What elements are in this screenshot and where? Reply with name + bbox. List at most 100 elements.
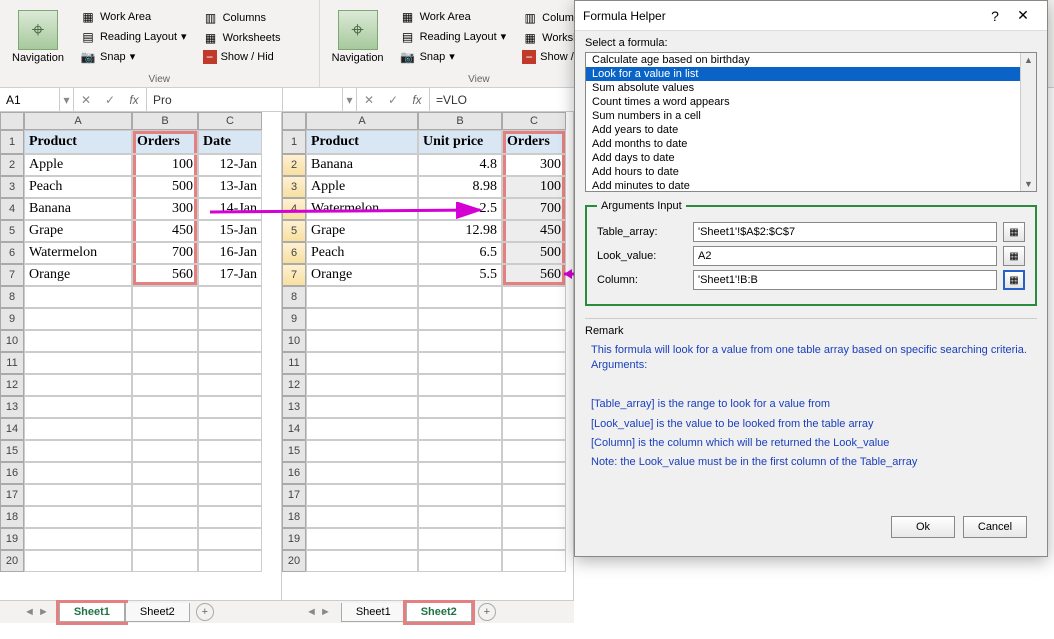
range-picker-icon[interactable]: ▦: [1003, 222, 1025, 242]
cell[interactable]: [24, 308, 132, 330]
tab-nav-icons[interactable]: ◄ ►: [306, 606, 331, 618]
row-header[interactable]: 3: [0, 176, 24, 198]
cell[interactable]: [198, 418, 262, 440]
cell[interactable]: [502, 462, 566, 484]
column-header[interactable]: C: [502, 112, 566, 130]
cell[interactable]: [132, 374, 198, 396]
row-header[interactable]: 5: [0, 220, 24, 242]
dialog-help-icon[interactable]: ?: [983, 8, 1007, 24]
cell[interactable]: [24, 550, 132, 572]
row-header[interactable]: 20: [0, 550, 24, 572]
cell[interactable]: 2.5: [418, 198, 502, 220]
reading-layout-button-2[interactable]: ▤Reading Layout ▾: [396, 27, 511, 47]
cell[interactable]: 17-Jan: [198, 264, 262, 286]
cell[interactable]: [306, 308, 418, 330]
table-array-input[interactable]: [693, 222, 997, 242]
cell[interactable]: Apple: [24, 154, 132, 176]
row-header[interactable]: 16: [282, 462, 306, 484]
cell[interactable]: 700: [132, 242, 198, 264]
row-header[interactable]: 20: [282, 550, 306, 572]
cell[interactable]: [198, 550, 262, 572]
range-picker-icon[interactable]: ▦: [1003, 246, 1025, 266]
row-header[interactable]: 7: [0, 264, 24, 286]
cell[interactable]: 12-Jan: [198, 154, 262, 176]
row-header[interactable]: 15: [282, 440, 306, 462]
cell[interactable]: [418, 352, 502, 374]
work-area-button-2[interactable]: ▦Work Area: [396, 7, 511, 27]
cell[interactable]: [502, 374, 566, 396]
column-header[interactable]: C: [198, 112, 262, 130]
cell[interactable]: [306, 396, 418, 418]
work-area-button[interactable]: ▦Work Area: [76, 7, 191, 27]
row-header[interactable]: 11: [282, 352, 306, 374]
cell[interactable]: [132, 418, 198, 440]
cell[interactable]: 15-Jan: [198, 220, 262, 242]
cell[interactable]: [306, 286, 418, 308]
row-header[interactable]: 4: [282, 198, 306, 220]
cell[interactable]: [418, 418, 502, 440]
cell[interactable]: [198, 462, 262, 484]
cell[interactable]: [418, 440, 502, 462]
row-header[interactable]: 16: [0, 462, 24, 484]
column-input[interactable]: [693, 270, 997, 290]
cell[interactable]: [306, 484, 418, 506]
cell[interactable]: [24, 396, 132, 418]
cell[interactable]: 5.5: [418, 264, 502, 286]
cell[interactable]: [132, 396, 198, 418]
cell[interactable]: [306, 550, 418, 572]
show-hide-button[interactable]: −Show / Hid: [199, 48, 311, 66]
add-sheet-button[interactable]: +: [478, 603, 496, 621]
formula-list-item[interactable]: Calculate age based on birthday: [586, 53, 1036, 67]
cell[interactable]: 700: [502, 198, 566, 220]
cell[interactable]: [198, 374, 262, 396]
select-all-corner[interactable]: [0, 112, 24, 130]
cell[interactable]: [502, 484, 566, 506]
cell[interactable]: [132, 484, 198, 506]
cell[interactable]: [502, 418, 566, 440]
cell[interactable]: Watermelon: [24, 242, 132, 264]
cell[interactable]: [502, 286, 566, 308]
cell[interactable]: [502, 550, 566, 572]
cell[interactable]: [132, 550, 198, 572]
select-all-corner[interactable]: [282, 112, 306, 130]
cell[interactable]: 4.8: [418, 154, 502, 176]
cell[interactable]: [418, 484, 502, 506]
tab-sheet1[interactable]: Sheet1: [59, 603, 125, 622]
row-header[interactable]: 13: [282, 396, 306, 418]
row-header[interactable]: 3: [282, 176, 306, 198]
row-header[interactable]: 6: [0, 242, 24, 264]
cancel-button[interactable]: Cancel: [963, 516, 1027, 538]
cell[interactable]: [132, 440, 198, 462]
row-header[interactable]: 9: [282, 308, 306, 330]
cell[interactable]: Product: [306, 130, 418, 154]
formula-list-item[interactable]: Add days to date: [586, 151, 1036, 165]
row-header[interactable]: 12: [0, 374, 24, 396]
tab-sheet2[interactable]: Sheet2: [125, 603, 190, 622]
cell[interactable]: [502, 528, 566, 550]
formula-list-item[interactable]: Add years to date: [586, 123, 1036, 137]
cell[interactable]: [418, 308, 502, 330]
add-sheet-button[interactable]: +: [196, 603, 214, 621]
range-picker-icon[interactable]: ▦: [1003, 270, 1025, 290]
cell[interactable]: Banana: [24, 198, 132, 220]
cell[interactable]: [502, 506, 566, 528]
cell[interactable]: 300: [502, 154, 566, 176]
cell[interactable]: [24, 462, 132, 484]
row-header[interactable]: 19: [282, 528, 306, 550]
cell[interactable]: Orange: [306, 264, 418, 286]
cell[interactable]: [418, 550, 502, 572]
cell[interactable]: 6.5: [418, 242, 502, 264]
formula-list-item[interactable]: Count times a word appears: [586, 95, 1036, 109]
cell[interactable]: Peach: [306, 242, 418, 264]
cell[interactable]: [306, 528, 418, 550]
cell[interactable]: [198, 506, 262, 528]
cell[interactable]: [306, 352, 418, 374]
row-header[interactable]: 17: [282, 484, 306, 506]
row-header[interactable]: 17: [0, 484, 24, 506]
cell[interactable]: 300: [132, 198, 198, 220]
tab-nav-icons[interactable]: ◄ ►: [24, 606, 49, 618]
name-dropdown-icon[interactable]: ▾: [60, 88, 74, 111]
cell[interactable]: [502, 396, 566, 418]
row-header[interactable]: 10: [282, 330, 306, 352]
scrollbar[interactable]: [1020, 53, 1036, 191]
